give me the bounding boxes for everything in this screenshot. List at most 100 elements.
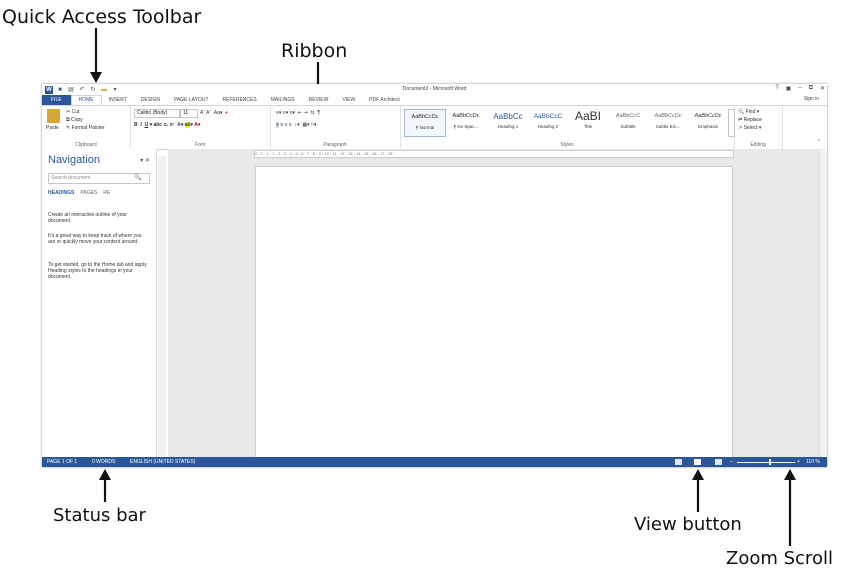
style-name: Heading 1 [497,124,519,129]
tab-insert[interactable]: INSERT [102,95,134,105]
annotation-view-button: View button [634,514,742,535]
style-subtle-emphasis[interactable]: AaBbCcDc Subtle Em... [648,109,688,135]
navigation-pane: Navigation ▾ ✕ Search document 🔍 HEADING… [42,149,157,457]
word-window: W ■ ▤ ↶ ↻ ▬ ▾ Document3 - Microsoft Word… [42,84,827,467]
title-bar: W ■ ▤ ↶ ↻ ▬ ▾ Document3 - Microsoft Word… [42,84,827,95]
restore-icon[interactable]: ⧉ [809,85,813,92]
close-icon[interactable]: ✕ [820,85,825,92]
style-subtitle[interactable]: AaBbCcC Subtitle [608,109,648,135]
page-count[interactable]: PAGE 1 OF 1 [47,457,77,467]
style-no-spacing[interactable]: AaBbCcDc ¶ No Spac... [446,109,486,135]
style-sample: AaBbCcC [615,113,641,119]
navigation-title: Navigation [48,154,100,166]
paragraph-group: ≡▾ ≡▾ ≡▾ ⇤ ⇥ ⇅ ¶ ≡ ≡ ≡ ≡ ↕▾ ▦▾ □▾ Paragr… [270,106,401,149]
styles-label: Styles [560,142,574,148]
zoom-level[interactable]: 110 % [806,457,820,467]
editing-group: 🔍 Find ▾ ⇄ Replace ↗ Select ▾ Editing [734,106,783,149]
tab-home[interactable]: HOME [70,95,102,105]
grow-shrink-font-buttons[interactable]: Aˆ Aˇ Aa▾ ♦ [200,110,228,116]
tab-headings[interactable]: HEADINGS [48,190,74,196]
tab-design[interactable]: DESIGN [134,95,167,105]
vertical-ruler [158,156,166,456]
zoom-slider[interactable] [737,462,795,463]
cut-label: Cut [71,109,80,115]
style-name: ¶ No Spac... [453,124,479,129]
vertical-scrollbar[interactable] [819,149,827,457]
alignment-buttons[interactable]: ≡ ≡ ≡ ≡ ↕▾ ▦▾ □▾ [276,122,317,128]
arrow-zoom-scroll [784,469,796,546]
help-button[interactable]: ? [775,85,778,92]
annotation-ribbon: Ribbon [281,40,348,62]
style-sample: AaBbCcDc [654,113,682,119]
list-buttons[interactable]: ≡▾ ≡▾ ≡▾ ⇤ ⇥ ⇅ ¶ [276,110,320,116]
window-title: Document3 - Microsoft Word [402,86,467,92]
styles-group: AaBbCcDc ¶ Normal AaBbCcDc ¶ No Spac... … [400,106,735,149]
tab-file[interactable]: FILE [42,95,71,105]
format-painter-button[interactable]: ✎ Format Painter [66,125,105,131]
window-controls: ? ▣ – ⧉ ✕ [775,85,825,92]
tab-review[interactable]: REVIEW [302,95,336,105]
find-label: Find [745,109,756,115]
ribbon-display-icon[interactable]: ▣ [786,85,792,92]
style-name: Title [583,124,593,129]
font-format-buttons[interactable]: B I U ▾ abc x₂ x² A▾ ab▾ A▾ [134,122,200,128]
style-sample: AaBbCcDc [694,113,722,119]
editing-label: Editing [750,142,766,148]
cut-button[interactable]: ✂ Cut [66,109,79,115]
read-mode-view-icon[interactable] [675,459,682,465]
style-sample: AaBbCcDc [452,113,480,119]
annotation-zoom-scroll: Zoom Scroll [726,548,833,569]
paragraph-label: Paragraph [323,142,347,148]
navigation-close-icon[interactable]: ▾ ✕ [140,157,150,164]
arrow-status-bar [99,469,111,502]
style-normal[interactable]: AaBbCcDc ¶ Normal [404,109,446,137]
style-title[interactable]: AaBI Title [568,109,608,135]
web-layout-view-icon[interactable] [715,459,722,465]
font-size-select[interactable]: 11 [180,109,198,118]
paste-icon[interactable] [47,109,60,123]
zoom-slider-thumb[interactable] [768,459,771,465]
minimize-icon[interactable]: – [798,85,801,92]
style-heading-2[interactable]: AaBbCcC Heading 2 [528,109,568,135]
style-sample: AaBI [574,109,601,123]
tab-page-layout[interactable]: PAGE LAYOUT [167,95,216,105]
paste-button[interactable]: Paste [46,125,59,131]
find-button[interactable]: 🔍 Find ▾ [738,109,759,115]
status-bar: PAGE 1 OF 1 0 WORDS ENGLISH (UNITED STAT… [42,457,827,467]
search-icon[interactable]: 🔍 [134,174,141,181]
format-painter-label: Format Painter [71,125,105,131]
navigation-hint-3: To get started, go to the Home tab and a… [48,262,147,280]
copy-label: Copy [70,117,83,123]
zoom-out-icon[interactable]: – [730,457,733,467]
style-name: Heading 2 [537,124,559,129]
horizontal-ruler: 2 · 1 · 1 · 1 · 2 · 3 · 4 · 5 · 6 · 7 · … [254,150,734,158]
clipboard-label: Clipboard [75,142,97,148]
tab-references[interactable]: REFERENCES [216,95,264,105]
font-name-select[interactable]: Calibri (Body) [134,109,180,118]
tab-mailings[interactable]: MAILINGS [264,95,302,105]
style-emphasis[interactable]: AaBbCcDc Emphasis [688,109,728,135]
clipboard-group: Paste ✂ Cut ⧉ Copy ✎ Format Painter Clip… [42,106,131,149]
tab-results[interactable]: RE [103,190,110,196]
replace-button[interactable]: ⇄ Replace [738,117,762,123]
font-group: Calibri (Body) 11 Aˆ Aˇ Aa▾ ♦ B I U ▾ ab… [130,106,271,149]
tab-view[interactable]: VIEW [335,95,362,105]
language-indicator[interactable]: ENGLISH (UNITED STATES) [130,457,195,467]
document-page[interactable] [255,166,733,459]
annotation-status-bar: Status bar [53,505,146,526]
copy-button[interactable]: ⧉ Copy [66,117,83,123]
ribbon-tabs: FILE HOME INSERT DESIGN PAGE LAYOUT REFE… [42,95,827,105]
arrow-qat [90,28,102,83]
word-count[interactable]: 0 WORDS [92,457,115,467]
tab-pdf-architect[interactable]: PDF Architect [362,95,407,105]
tab-pages[interactable]: PAGES [80,190,97,196]
annotation-qat: Quick Access Toolbar [2,6,202,28]
select-button[interactable]: ↗ Select ▾ [738,125,761,131]
font-label: Font [194,142,205,148]
print-layout-view-icon[interactable] [694,459,701,465]
collapse-ribbon-icon[interactable]: ⌃ [817,139,821,145]
style-heading-1[interactable]: AaBbCc Heading 1 [488,109,528,135]
zoom-in-icon[interactable]: + [797,457,800,467]
sign-in-link[interactable]: Sign in [804,96,819,102]
style-name: Emphasis [698,124,718,129]
